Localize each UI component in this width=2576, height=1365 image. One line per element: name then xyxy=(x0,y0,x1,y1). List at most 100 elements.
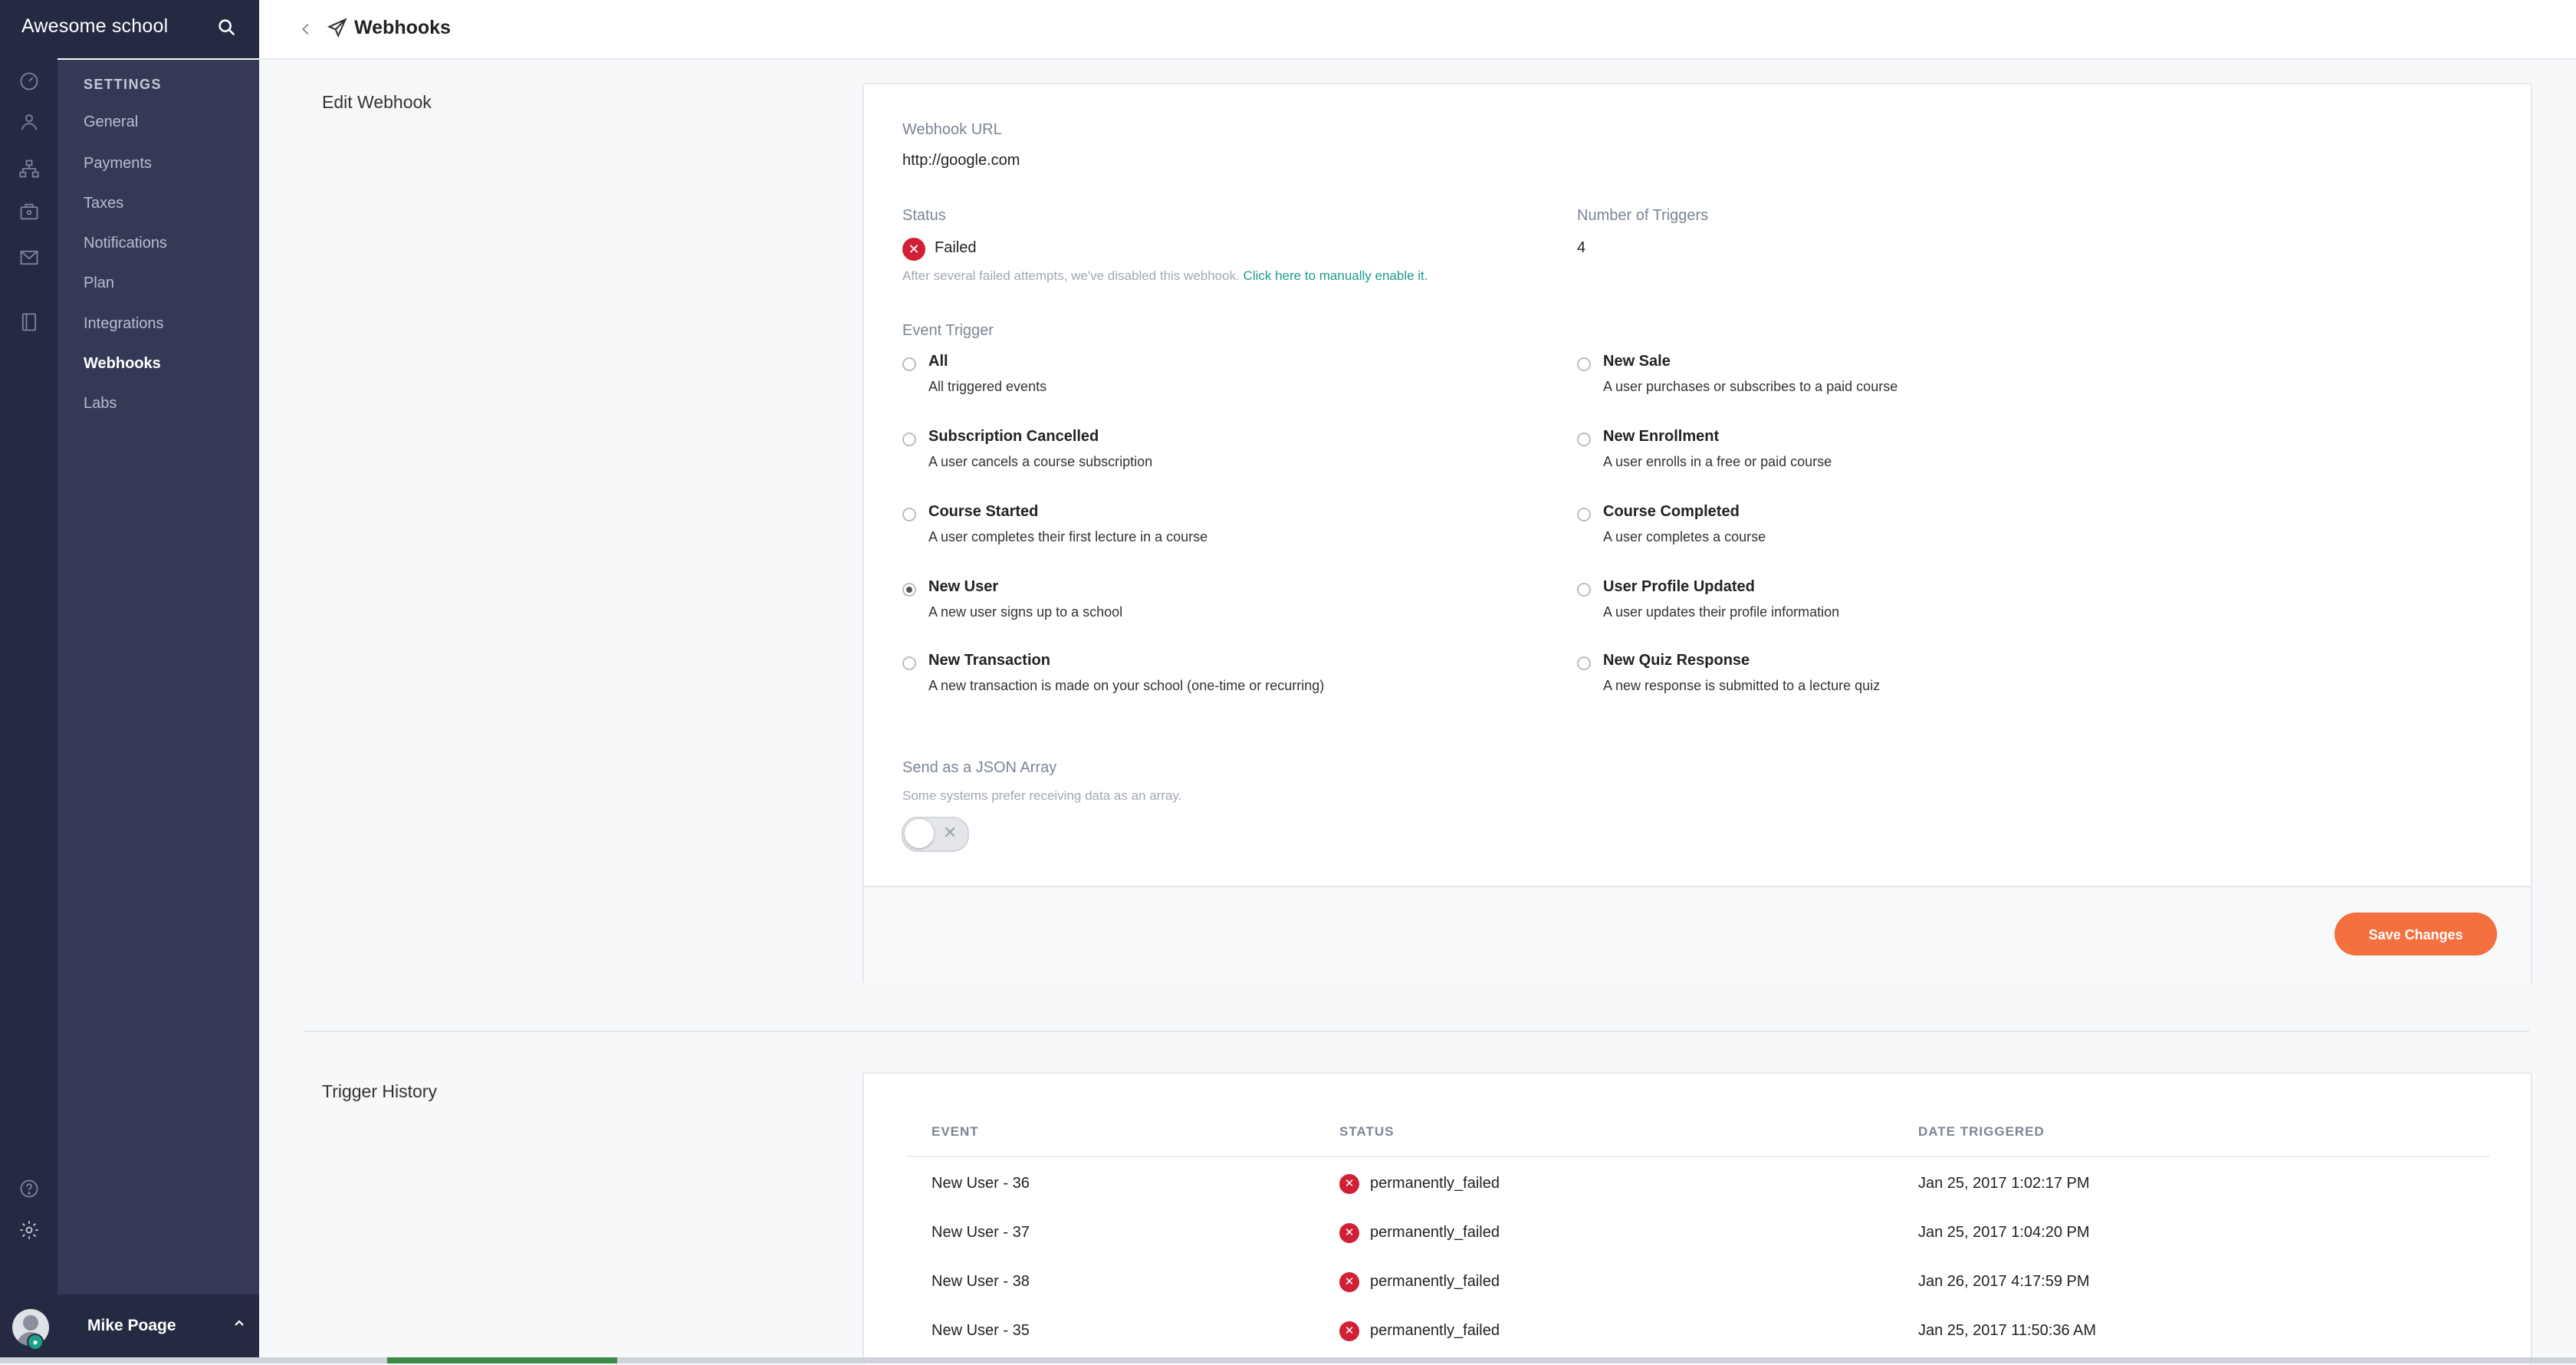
chevron-left-icon[interactable] xyxy=(297,20,314,38)
column-header-status: STATUS xyxy=(1339,1124,1395,1139)
online-status-icon: ● xyxy=(27,1334,44,1350)
triggers-count-label: Number of Triggers xyxy=(1577,207,1709,224)
event-cell: New User - 37 xyxy=(932,1224,1030,1241)
column-header-event: EVENT xyxy=(932,1124,979,1139)
book-icon[interactable] xyxy=(18,311,40,333)
radio-all[interactable] xyxy=(902,357,916,371)
status-label: Status xyxy=(902,207,946,224)
option-desc: All triggered events xyxy=(928,379,1047,394)
option-title: New Transaction xyxy=(928,652,1050,669)
date-cell: Jan 25, 2017 1:02:17 PM xyxy=(1918,1175,2090,1192)
option-title: Subscription Cancelled xyxy=(928,428,1099,445)
option-desc: A user completes a course xyxy=(1603,529,1766,544)
option-desc: A new response is submitted to a lecture… xyxy=(1603,678,1881,693)
sidebar-item-webhooks[interactable]: Webhooks xyxy=(84,355,161,373)
option-desc: A user enrolls in a free or paid course xyxy=(1603,454,1832,469)
sidebar-item-general[interactable]: General xyxy=(84,113,138,131)
icon-rail xyxy=(0,0,58,1363)
sidebar-item-payments[interactable]: Payments xyxy=(84,155,152,173)
option-title: New Enrollment xyxy=(1603,428,1720,445)
users-icon[interactable] xyxy=(18,112,40,133)
option-title: New User xyxy=(928,578,999,595)
status-cell: permanently_failed xyxy=(1370,1175,1500,1192)
radio-course-completed[interactable] xyxy=(1577,508,1591,521)
edit-webhook-heading: Edit Webhook xyxy=(322,92,432,112)
user-menu[interactable]: ● Mike Poage xyxy=(0,1294,259,1359)
settings-icon[interactable] xyxy=(18,1219,40,1241)
trigger-history-heading: Trigger History xyxy=(322,1081,437,1101)
brand-header: Awesome school xyxy=(0,0,259,58)
triggers-count-value: 4 xyxy=(1577,239,1586,256)
user-name: Mike Poage xyxy=(87,1317,176,1334)
status-cell: permanently_failed xyxy=(1370,1322,1500,1339)
status-hint: After several failed attempts, we've dis… xyxy=(902,268,1428,283)
radio-subscription-cancelled[interactable] xyxy=(902,433,916,446)
toggle-knob xyxy=(905,819,934,848)
sidebar-item-labs[interactable]: Labs xyxy=(84,395,117,413)
event-trigger-label: Event Trigger xyxy=(902,322,994,339)
json-array-label: Send as a JSON Array xyxy=(902,759,1057,776)
event-cell: New User - 35 xyxy=(932,1322,1030,1339)
event-cell: New User - 36 xyxy=(932,1175,1030,1192)
radio-new-quiz-response[interactable] xyxy=(1577,656,1591,670)
option-title: Course Completed xyxy=(1603,503,1740,520)
paper-plane-icon xyxy=(327,17,348,38)
option-title: Course Started xyxy=(928,503,1039,520)
chevron-up-icon[interactable] xyxy=(230,1314,248,1333)
option-desc: A new transaction is made on your school… xyxy=(928,678,1325,693)
event-cell: New User - 38 xyxy=(932,1273,1030,1290)
failed-status-icon: ✕ xyxy=(902,238,925,261)
failed-status-icon: ✕ xyxy=(1339,1174,1359,1194)
sidebar-item-taxes[interactable]: Taxes xyxy=(84,195,123,212)
page-title: Webhooks xyxy=(354,17,451,38)
page-header: Webhooks xyxy=(259,0,2576,60)
sidebar-item-notifications[interactable]: Notifications xyxy=(84,235,167,252)
radio-new-sale[interactable] xyxy=(1577,357,1591,371)
date-cell: Jan 25, 2017 1:04:20 PM xyxy=(1918,1224,2090,1241)
radio-new-transaction[interactable] xyxy=(902,656,916,670)
radio-new-user[interactable] xyxy=(902,583,916,597)
card-footer: Save Changes xyxy=(864,886,2531,984)
section-divider xyxy=(304,1031,2529,1032)
option-desc: A user completes their first lecture in … xyxy=(928,529,1208,544)
close-icon: ✕ xyxy=(943,823,958,842)
radio-course-started[interactable] xyxy=(902,508,916,521)
submenu-section-title: SETTINGS xyxy=(84,77,163,92)
json-array-toggle[interactable]: ✕ xyxy=(902,817,969,852)
sitemap-icon[interactable] xyxy=(18,158,40,179)
sidebar-item-plan[interactable]: Plan xyxy=(84,275,114,292)
option-desc: A user updates their profile information xyxy=(1603,604,1840,620)
table-header-divider xyxy=(906,1156,2489,1157)
option-title: New Quiz Response xyxy=(1603,652,1750,669)
column-header-date: DATE TRIGGERED xyxy=(1918,1124,2045,1139)
failed-status-icon: ✕ xyxy=(1339,1321,1359,1341)
option-title: User Profile Updated xyxy=(1603,578,1755,595)
sales-icon[interactable] xyxy=(18,201,40,222)
option-desc: A user cancels a course subscription xyxy=(928,454,1153,469)
enable-webhook-link[interactable]: Click here to manually enable it. xyxy=(1244,268,1428,283)
school-name[interactable]: Awesome school xyxy=(21,15,168,38)
option-desc: A new user signs up to a school xyxy=(928,604,1123,620)
edit-webhook-card: Webhook URL http://google.com Status ✕ F… xyxy=(863,83,2532,984)
radio-user-profile-updated[interactable] xyxy=(1577,583,1591,597)
search-icon[interactable] xyxy=(216,17,238,38)
json-array-hint: Some systems prefer receiving data as an… xyxy=(902,788,1182,803)
window-bottom-edge xyxy=(0,1357,2576,1363)
webhook-url-value: http://google.com xyxy=(902,152,1020,169)
date-cell: Jan 25, 2017 11:50:36 AM xyxy=(1918,1322,2097,1339)
option-title: All xyxy=(928,353,948,370)
webhook-url-label: Webhook URL xyxy=(902,121,1002,138)
status-value: Failed xyxy=(935,239,977,256)
failed-status-icon: ✕ xyxy=(1339,1272,1359,1292)
option-desc: A user purchases or subscribes to a paid… xyxy=(1603,379,1898,394)
dashboard-icon[interactable] xyxy=(18,71,40,92)
settings-submenu: SETTINGS General Payments Taxes Notifica… xyxy=(58,60,259,1294)
help-icon[interactable] xyxy=(18,1178,40,1199)
mail-icon[interactable] xyxy=(18,247,40,268)
failed-status-icon: ✕ xyxy=(1339,1223,1359,1243)
option-title: New Sale xyxy=(1603,353,1671,370)
save-changes-button[interactable]: Save Changes xyxy=(2334,913,2497,956)
sidebar-item-integrations[interactable]: Integrations xyxy=(84,315,164,333)
radio-new-enrollment[interactable] xyxy=(1577,433,1591,446)
status-cell: permanently_failed xyxy=(1370,1273,1500,1290)
